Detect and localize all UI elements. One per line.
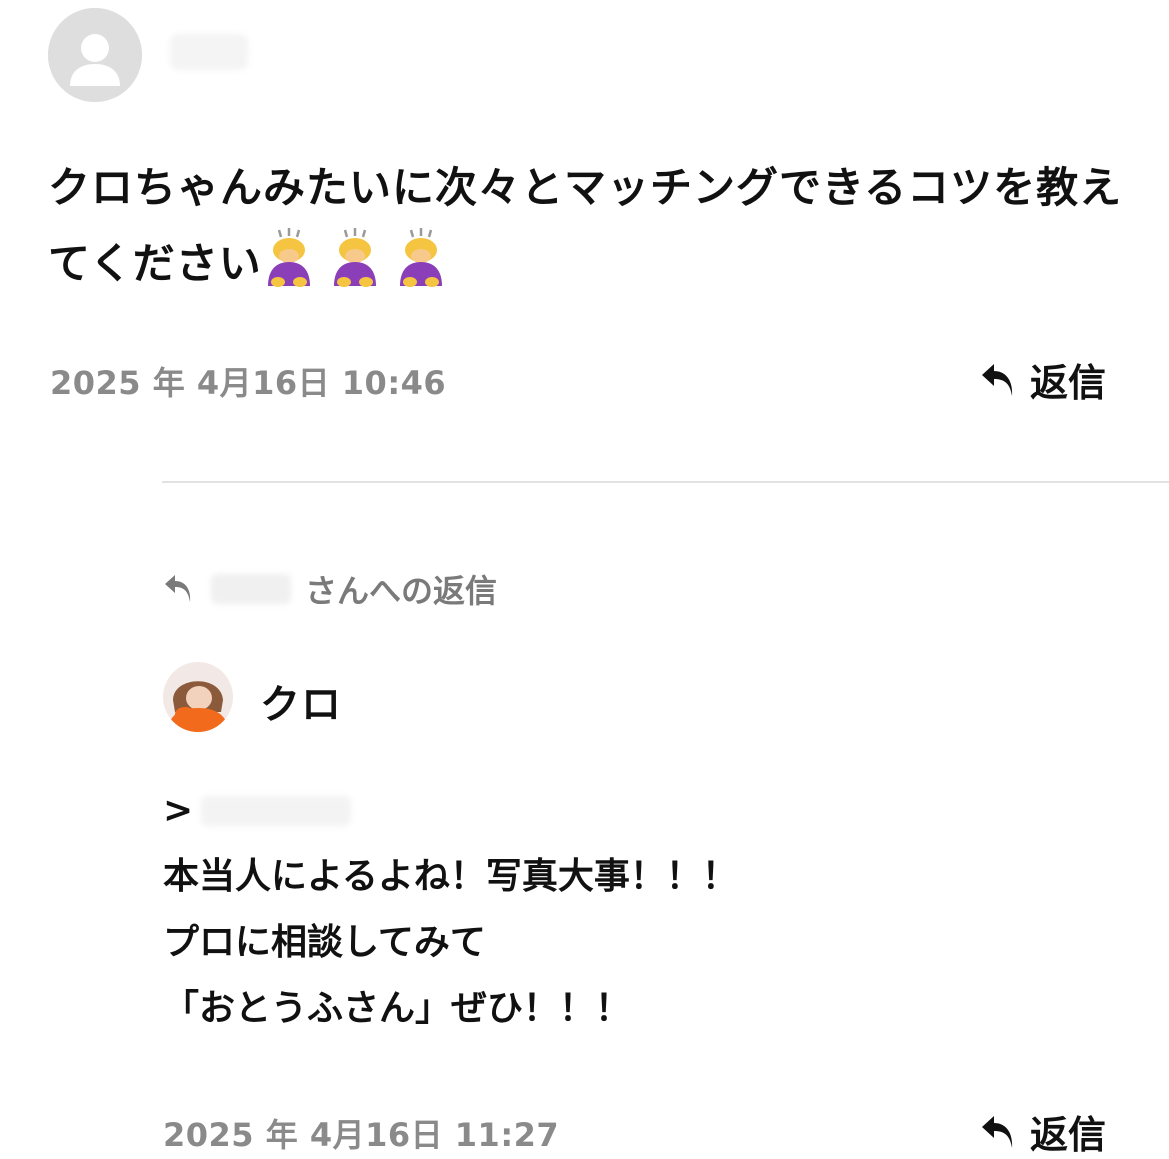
default-avatar[interactable] <box>48 8 142 102</box>
reply-target[interactable]: さんへの返信 <box>163 566 497 612</box>
quote-line: > <box>163 778 1063 844</box>
user-silhouette-icon <box>48 8 142 102</box>
reply-button[interactable]: 返信 <box>980 352 1106 407</box>
quote-prefix: > <box>163 790 194 831</box>
author-name[interactable]: クロ <box>260 672 342 730</box>
reply-arrow-icon <box>165 575 191 602</box>
reply-button-label: 返信 <box>1030 1113 1107 1157</box>
reply-line: 本当人によるよね！写真大事！！！ <box>163 856 738 897</box>
reply-button[interactable]: 返信 <box>980 1104 1106 1159</box>
reply-line: 「おとうふさん」ぜひ！！！ <box>163 988 632 1029</box>
person-bowing-icon <box>328 228 382 288</box>
person-bowing-icon <box>394 228 448 288</box>
reply-line: プロに相談してみて <box>163 922 486 963</box>
reply-arrow-icon <box>982 1115 1013 1148</box>
comment-text: クロちゃんみたいに次々とマッチングできるコツを教えてください <box>48 150 1138 302</box>
reply-arrow-icon <box>982 363 1013 396</box>
reply-button-label: 返信 <box>1030 361 1107 405</box>
profile-photo-icon <box>163 662 233 732</box>
reply-text: > 本当人によるよね！写真大事！！！ プロに相談してみて 「おとうふさん」ぜひ！… <box>163 778 1063 1042</box>
thread-divider <box>162 481 1169 483</box>
person-bowing-icon <box>262 228 316 288</box>
comment-text-content: クロちゃんみたいに次々とマッチングできるコツを教えてください <box>48 163 1123 288</box>
comment-timestamp: 2025 年 4月16日 10:46 <box>50 364 447 402</box>
blurred-quote <box>201 796 352 826</box>
reply-target-suffix: さんへの返信 <box>305 572 498 610</box>
author-avatar[interactable] <box>163 662 233 732</box>
reply-timestamp: 2025 年 4月16日 11:27 <box>163 1116 560 1154</box>
blurred-username <box>170 34 248 70</box>
blurred-username <box>211 574 291 604</box>
